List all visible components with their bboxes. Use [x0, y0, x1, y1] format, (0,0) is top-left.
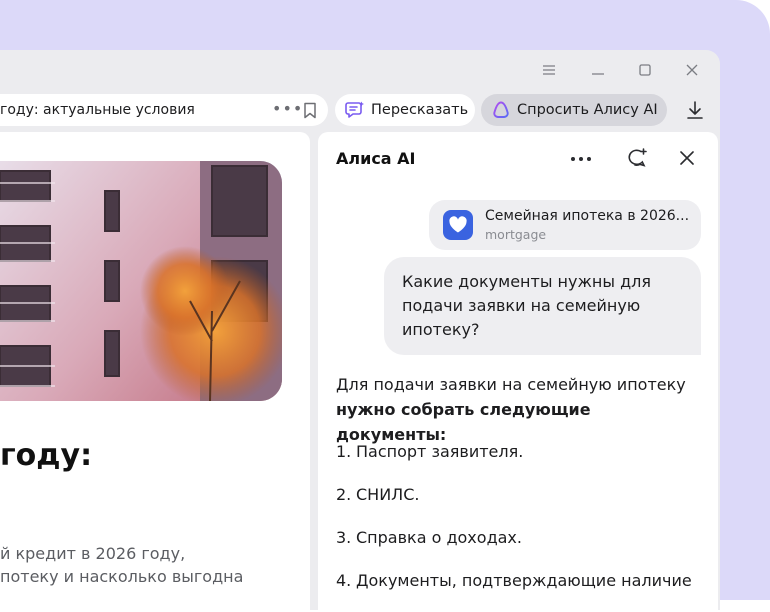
download-icon[interactable]: [686, 100, 704, 124]
alice-panel-title: Алиса AI: [336, 149, 416, 168]
article-headline: году:: [0, 438, 93, 473]
answer-intro-bold: нужно собрать следующие документы:: [336, 400, 591, 444]
user-question-text: Какие документы нужны для подачи заявки …: [402, 272, 651, 339]
answer-item-text: Справка о доходах.: [356, 528, 522, 547]
ask-alice-label: Спросить Алису AI: [517, 102, 658, 118]
retell-icon: [345, 101, 364, 118]
answer-list-item: 4. Документы, подтверждающие наличие: [336, 571, 692, 590]
retell-label: Пересказать: [371, 102, 469, 118]
close-panel-icon[interactable]: [680, 150, 694, 169]
answer-list-item: 2. СНИЛС.: [336, 485, 419, 504]
answer-item-number: 3.: [336, 528, 352, 547]
answer-list-item: 3. Справка о доходах.: [336, 528, 522, 547]
answer-intro: Для подачи заявки на семейную ипотеку ну…: [336, 372, 706, 447]
more-options-icon[interactable]: [570, 147, 592, 166]
alice-icon: [493, 101, 509, 118]
source-subtitle: mortgage: [485, 227, 547, 242]
minimize-icon[interactable]: [588, 62, 608, 78]
alice-panel: Алиса AI Семейная ипотека в 2026... mort…: [318, 132, 718, 612]
close-icon[interactable]: [682, 62, 702, 78]
ask-alice-button[interactable]: Спросить Алису AI: [481, 94, 667, 126]
source-title: Семейная ипотека в 2026...: [485, 208, 690, 224]
article-lead-line-2: потеку и насколько выгодна: [0, 567, 244, 586]
answer-item-number: 2.: [336, 485, 352, 504]
answer-item-text: Паспорт заявителя.: [356, 442, 524, 461]
article-hero-image: [0, 161, 282, 401]
answer-item-text: СНИЛС.: [356, 485, 420, 504]
menu-icon[interactable]: [539, 62, 559, 78]
new-chat-icon[interactable]: [626, 148, 648, 172]
answer-intro-text: Для подачи заявки на семейную ипотеку: [336, 375, 686, 394]
answer-item-text: Документы, подтверждающие наличие: [356, 571, 692, 590]
answer-list-item: 1. Паспорт заявителя.: [336, 442, 523, 461]
article-lead-line-1: й кредит в 2026 году,: [0, 544, 186, 563]
bookmark-icon[interactable]: [303, 102, 317, 123]
more-icon[interactable]: •••: [272, 99, 303, 118]
answer-item-number: 4.: [336, 571, 352, 590]
address-bar[interactable]: году: актуальные условия •••: [0, 94, 328, 126]
source-attachment-card[interactable]: Семейная ипотека в 2026... mortgage: [429, 200, 701, 250]
user-question-bubble: Какие документы нужны для подачи заявки …: [384, 257, 701, 355]
retell-button[interactable]: Пересказать: [335, 94, 475, 126]
answer-item-number: 1.: [336, 442, 352, 461]
heart-icon: [443, 210, 473, 240]
address-text: году: актуальные условия: [0, 102, 195, 118]
maximize-icon[interactable]: [635, 62, 655, 78]
